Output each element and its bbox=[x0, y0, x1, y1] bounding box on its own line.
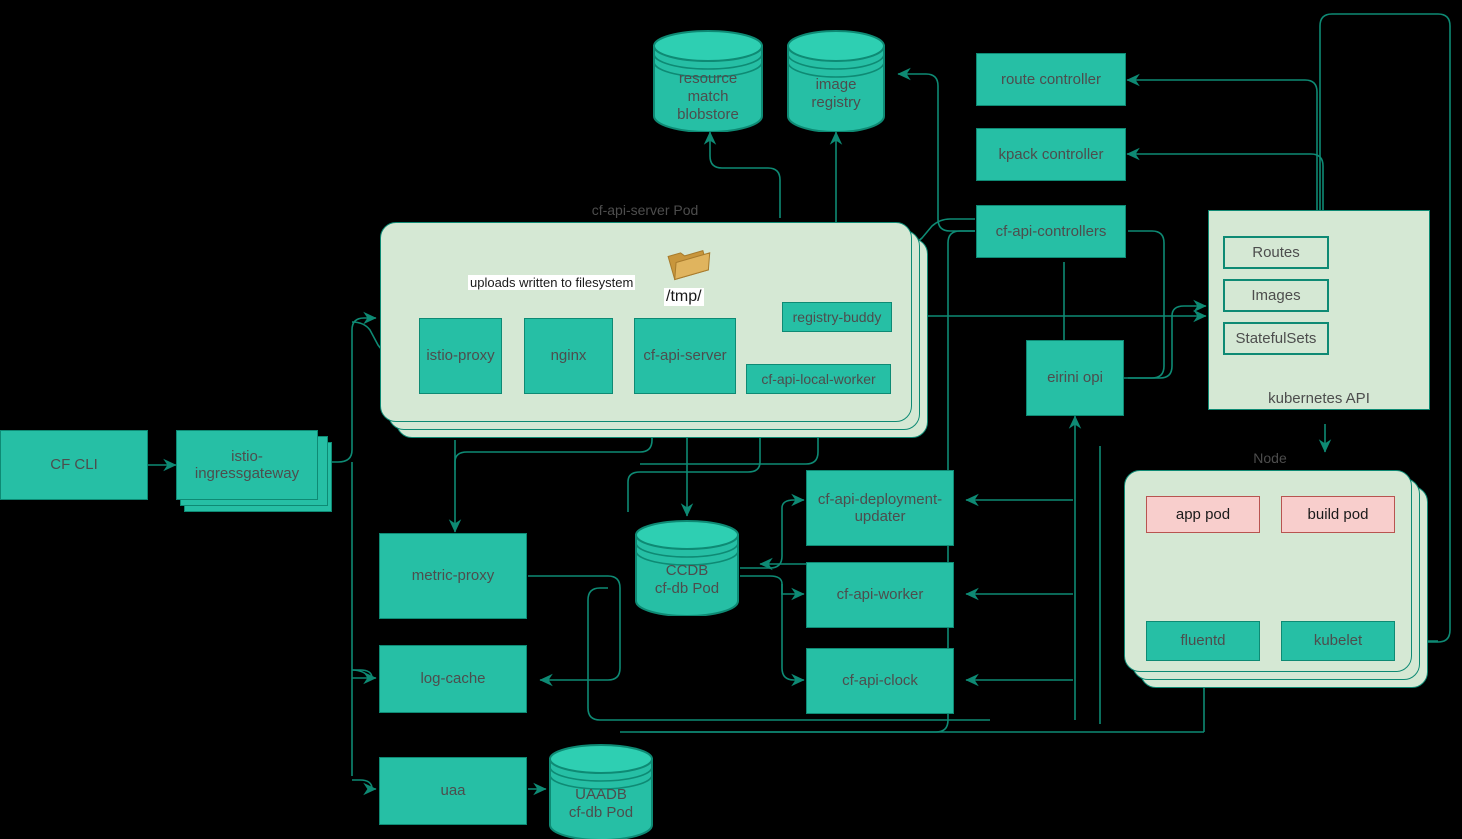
istio-ingressgateway-label: istio-ingressgateway bbox=[194, 447, 300, 482]
fluentd-label: fluentd bbox=[1180, 632, 1226, 650]
cf-api-clock-label: cf-api-clock bbox=[842, 672, 918, 690]
blobstore-line-2: match bbox=[687, 88, 729, 105]
cf-api-server-box[interactable]: cf-api-server bbox=[634, 318, 736, 394]
kubernetes-api-caption: kubernetes API bbox=[1208, 390, 1430, 407]
uaadb-line-1: UAADB bbox=[575, 786, 627, 803]
kubernetes-api-title-text: kubernetes API bbox=[1268, 390, 1370, 407]
app-pod-box[interactable]: app pod bbox=[1146, 496, 1260, 533]
cf-api-server-label: cf-api-server bbox=[643, 347, 727, 365]
fluentd-box[interactable]: fluentd bbox=[1146, 621, 1260, 661]
k8s-resource-routes-label: Routes bbox=[1252, 244, 1300, 261]
route-controller-box[interactable]: route controller bbox=[976, 53, 1126, 106]
k8s-resource-statefulsets-label: StatefulSets bbox=[1235, 330, 1317, 347]
nginx-box[interactable]: nginx bbox=[524, 318, 613, 394]
metric-proxy-label: metric-proxy bbox=[411, 567, 495, 585]
istio-proxy-box[interactable]: istio-proxy bbox=[419, 318, 502, 394]
cf-api-local-worker-label: cf-api-local-worker bbox=[761, 370, 876, 387]
uaadb-cf-db-pod: UAADB cf-db Pod bbox=[548, 744, 654, 839]
cf-cli-label: CF CLI bbox=[50, 456, 98, 474]
cf-api-worker-box[interactable]: cf-api-worker bbox=[806, 562, 954, 628]
node-title-text: Node bbox=[1253, 450, 1287, 466]
uaa-box[interactable]: uaa bbox=[379, 757, 527, 825]
k8s-resource-statefulsets: StatefulSets bbox=[1223, 322, 1329, 355]
image-registry-line-1: image bbox=[815, 76, 857, 93]
folder-icon bbox=[667, 250, 711, 281]
build-pod-label: build pod bbox=[1307, 505, 1369, 523]
eirini-opi-box[interactable]: eirini opi bbox=[1026, 340, 1124, 416]
k8s-resource-images-label: Images bbox=[1251, 287, 1301, 304]
uaa-label: uaa bbox=[440, 782, 466, 800]
registry-buddy-box[interactable]: registry-buddy bbox=[782, 302, 892, 332]
build-pod-box[interactable]: build pod bbox=[1281, 496, 1395, 533]
istio-ingressgateway-box[interactable]: istio-ingressgateway bbox=[176, 430, 318, 500]
cf-api-deployment-updater-label: cf-api-deployment-updater bbox=[817, 490, 943, 525]
kpack-controller-label: kpack controller bbox=[998, 145, 1104, 163]
kubelet-box[interactable]: kubelet bbox=[1281, 621, 1395, 661]
cf-api-local-worker-box[interactable]: cf-api-local-worker bbox=[746, 364, 891, 394]
k8s-resource-routes: Routes bbox=[1223, 236, 1329, 269]
cf-api-deployment-updater-box[interactable]: cf-api-deployment-updater bbox=[806, 470, 954, 546]
cf-api-controllers-box[interactable]: cf-api-controllers bbox=[976, 205, 1126, 258]
app-pod-label: app pod bbox=[1175, 505, 1231, 523]
kubelet-label: kubelet bbox=[1313, 632, 1363, 650]
blobstore-line-1: resource bbox=[678, 70, 738, 87]
node-caption: Node bbox=[1180, 450, 1360, 466]
cf-api-controllers-label: cf-api-controllers bbox=[995, 222, 1107, 240]
uploads-written-label: uploads written to filesystem bbox=[468, 275, 636, 290]
k8s-resource-images: Images bbox=[1223, 279, 1329, 312]
nginx-label: nginx bbox=[550, 347, 587, 365]
cf-api-worker-label: cf-api-worker bbox=[836, 586, 924, 604]
eirini-opi-label: eirini opi bbox=[1047, 369, 1103, 387]
uaadb-line-2: cf-db Pod bbox=[568, 804, 634, 821]
route-controller-label: route controller bbox=[1000, 70, 1102, 88]
pod-title-text: cf-api-server Pod bbox=[591, 202, 699, 218]
log-cache-label: log-cache bbox=[420, 670, 486, 688]
image-registry: image registry bbox=[786, 30, 886, 133]
ccdb-line-2: cf-db Pod bbox=[654, 580, 720, 597]
metric-proxy-box[interactable]: metric-proxy bbox=[379, 533, 527, 619]
cf-cli-box[interactable]: CF CLI bbox=[0, 430, 148, 500]
cf-api-clock-box[interactable]: cf-api-clock bbox=[806, 648, 954, 714]
registry-buddy-label: registry-buddy bbox=[792, 308, 882, 325]
log-cache-box[interactable]: log-cache bbox=[379, 645, 527, 713]
tmp-path-label: /tmp/ bbox=[664, 288, 704, 306]
kpack-controller-box[interactable]: kpack controller bbox=[976, 128, 1126, 181]
cf-api-server-pod-caption: cf-api-server Pod bbox=[520, 202, 770, 218]
istio-proxy-label: istio-proxy bbox=[426, 347, 495, 365]
resource-match-blobstore: resource match blobstore bbox=[652, 30, 764, 133]
architecture-diagram: CF CLI istio-ingressgateway cf-api-serve… bbox=[0, 0, 1462, 839]
ccdb-line-1: CCDB bbox=[665, 562, 709, 579]
blobstore-line-3: blobstore bbox=[677, 106, 739, 123]
image-registry-line-2: registry bbox=[811, 94, 861, 111]
ccdb-cf-db-pod: CCDB cf-db Pod bbox=[634, 520, 740, 617]
